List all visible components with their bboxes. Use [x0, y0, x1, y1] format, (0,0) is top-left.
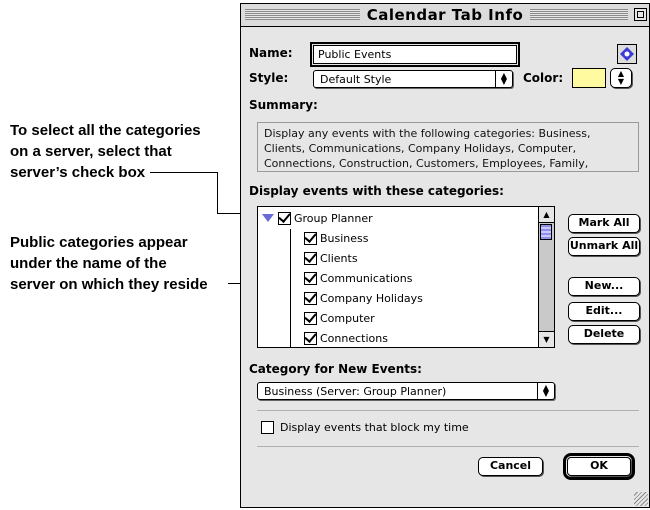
disclosure-triangle-icon[interactable]: [262, 214, 274, 222]
category-checkbox[interactable]: [304, 311, 317, 325]
cancel-button[interactable]: Cancel: [478, 457, 543, 476]
callout-line: on a server, select that: [10, 143, 172, 160]
color-label: Color:: [523, 71, 564, 85]
divider: [257, 446, 639, 447]
category-row[interactable]: Company Holidays: [304, 288, 423, 308]
name-label: Name:: [249, 46, 293, 60]
callout-leader-line: [217, 172, 218, 214]
category-label: Clients: [320, 251, 358, 265]
popup-arrows-icon: ▲ ▼: [537, 383, 554, 399]
resize-grip-icon[interactable]: [634, 492, 648, 506]
category-checkbox[interactable]: [304, 231, 317, 245]
scroll-up-arrow-icon[interactable]: ▲: [539, 207, 554, 223]
mark-all-button[interactable]: Mark All: [568, 214, 640, 233]
new-events-category-popup[interactable]: Business (Server: Group Planner) ▲ ▼: [257, 382, 555, 400]
style-popup-value: Default Style: [320, 73, 392, 86]
block-time-checkbox[interactable]: [261, 420, 274, 434]
help-icon[interactable]: [617, 44, 637, 64]
summary-text: Display any events with the following ca…: [257, 122, 639, 172]
collapse-box-icon[interactable]: [634, 8, 647, 21]
ok-button[interactable]: OK: [563, 453, 635, 480]
callout-line: under the name of the: [10, 255, 167, 272]
scroll-down-arrow-icon[interactable]: ▼: [539, 331, 554, 347]
category-row[interactable]: Connections: [304, 328, 388, 347]
category-row[interactable]: Clients: [304, 248, 358, 268]
scroll-thumb[interactable]: [540, 224, 552, 240]
edit-category-button[interactable]: Edit...: [568, 302, 640, 321]
category-checkbox[interactable]: [304, 331, 317, 345]
category-list[interactable]: Group Planner Business Clients Communica…: [257, 206, 555, 348]
new-events-category-value: Business (Server: Group Planner): [264, 385, 447, 398]
divider: [257, 410, 639, 411]
new-category-button[interactable]: New...: [568, 277, 640, 296]
callout-leader-line: [150, 172, 218, 173]
window-title: Calendar Tab Info: [359, 6, 531, 24]
callout-line: Public categories appear: [10, 234, 188, 251]
category-row[interactable]: Business: [304, 228, 369, 248]
category-row[interactable]: Computer: [304, 308, 375, 328]
unmark-all-button[interactable]: Unmark All: [568, 237, 640, 256]
category-label: Computer: [320, 311, 375, 325]
callout-select-categories: To select all the categories on a server…: [10, 120, 201, 183]
server-row-group-planner[interactable]: Group Planner: [262, 208, 373, 228]
block-time-label: Display events that block my time: [280, 420, 469, 434]
category-row[interactable]: Communications: [304, 268, 412, 288]
server-checkbox[interactable]: [278, 211, 291, 225]
summary-label: Summary:: [249, 98, 318, 112]
color-swatch[interactable]: [572, 68, 606, 88]
category-label: Company Holidays: [320, 291, 423, 305]
title-bar[interactable]: Calendar Tab Info: [241, 4, 649, 27]
category-checkbox[interactable]: [304, 291, 317, 305]
category-label: Connections: [320, 331, 388, 345]
category-checkbox[interactable]: [304, 251, 317, 265]
style-label: Style:: [249, 71, 289, 85]
server-label: Group Planner: [294, 211, 373, 225]
category-label: Communications: [320, 271, 413, 285]
style-popup[interactable]: Default Style ▲ ▼: [313, 70, 513, 88]
popup-arrows-icon: ▲ ▼: [495, 71, 512, 87]
color-stepper-icon[interactable]: ▲ ▼: [610, 68, 632, 88]
category-label: Business: [320, 231, 369, 245]
new-events-category-label: Category for New Events:: [249, 362, 422, 376]
callout-line: server on which they reside: [10, 276, 208, 293]
display-categories-label: Display events with these categories:: [249, 184, 504, 198]
calendar-tab-info-window: Calendar Tab Info Name: Public Events St…: [240, 3, 650, 508]
callout-line: To select all the categories: [10, 122, 201, 139]
category-scrollbar[interactable]: ▲ ▼: [538, 207, 554, 347]
callout-public-categories: Public categories appear under the name …: [10, 232, 208, 295]
name-field[interactable]: Public Events: [310, 42, 520, 67]
block-time-option[interactable]: Display events that block my time: [261, 417, 469, 437]
delete-category-button[interactable]: Delete: [568, 325, 640, 344]
tree-connector-line: [290, 229, 291, 347]
category-checkbox[interactable]: [304, 271, 317, 285]
